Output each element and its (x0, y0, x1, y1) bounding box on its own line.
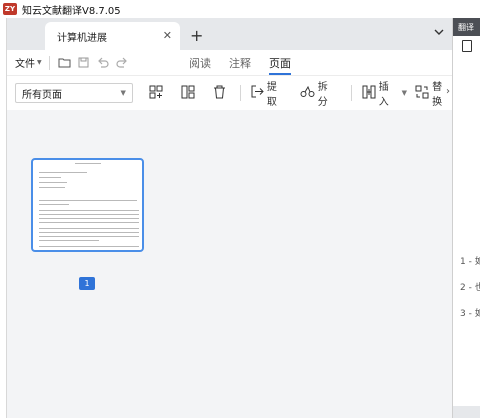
toolbar-scroll-right-icon[interactable]: › (446, 86, 450, 97)
file-menu-label: 文件 (15, 59, 35, 70)
new-tab-button[interactable]: + (190, 28, 203, 44)
caret-down-icon: ▼ (37, 59, 42, 66)
page-arrange-button[interactable] (181, 82, 195, 104)
page-toolbar: 所有页面 ▼ 提取 拆分 插入 ▼ 替换 › (7, 76, 452, 110)
thumbnail-text-line (39, 187, 65, 188)
mode-switcher: 阅读 注释 页面 (189, 50, 291, 76)
document-tab-label: 计算机进展 (57, 32, 107, 44)
save-icon[interactable] (76, 55, 92, 71)
delete-page-button[interactable] (213, 82, 226, 104)
trash-icon (213, 85, 226, 102)
thumbnail-text-line (39, 232, 139, 233)
mode-tab-page[interactable]: 页面 (269, 50, 291, 76)
document-tab[interactable]: 计算机进展 ✕ (45, 22, 180, 50)
thumbnail-text-line (39, 177, 61, 178)
thumbnail-text-line (39, 228, 139, 229)
thumbnail-text-line (39, 204, 69, 205)
split-icon (300, 85, 315, 101)
tab-strip: 计算机进展 ✕ + (7, 18, 452, 50)
divider (350, 85, 352, 101)
page-number-badge: 1 (79, 277, 95, 290)
close-tab-icon[interactable]: ✕ (163, 29, 172, 42)
caret-down-icon: ▼ (401, 89, 408, 97)
page-layout-button[interactable] (149, 82, 163, 104)
thumbnail-text-line (39, 240, 99, 241)
mode-tab-annotate[interactable]: 注释 (229, 50, 251, 76)
page-thumbnail[interactable] (31, 158, 144, 252)
thumbnail-text-line (39, 210, 139, 211)
caret-down-icon: ▼ (120, 89, 126, 97)
document-icon[interactable] (462, 40, 472, 52)
mode-tab-read[interactable]: 阅读 (189, 50, 211, 76)
thumbnail-text-line (39, 182, 67, 183)
insert-label: 插入 (378, 82, 389, 108)
divider (48, 55, 50, 70)
thumbnail-text-line (39, 246, 139, 247)
translation-panel-header[interactable]: 翻译 (453, 18, 480, 36)
page-thumbnail-area: 1 (7, 110, 453, 418)
translation-panel: 翻译 1 - 如 2 - 也 3 - 如 (452, 18, 480, 418)
page-arrange-icon (181, 85, 195, 102)
title-bar: ZY 知云文献翻译V8.7.05 (0, 0, 480, 18)
translation-item[interactable]: 1 - 如 (460, 254, 480, 267)
menu-bar: 文件 ▼ 阅读 注释 页面 (7, 50, 452, 76)
page-range-value: 所有页面 (22, 89, 62, 101)
thumbnail-text-line (75, 163, 101, 164)
split-label: 拆分 (317, 82, 328, 108)
extract-label: 提取 (266, 82, 277, 108)
thumbnail-text-line (39, 200, 137, 201)
chevron-down-icon[interactable] (434, 28, 444, 39)
open-folder-icon[interactable] (57, 55, 73, 71)
extract-icon (251, 85, 264, 101)
thumbnail-text-line (39, 222, 139, 223)
grid-layout-icon (149, 85, 163, 102)
insert-button[interactable]: 插入 ▼ (362, 82, 408, 108)
main-panel: 计算机进展 ✕ + 文件 ▼ 阅读 注释 页面 所有页面 ▼ 提取 拆分 插入 … (6, 18, 453, 418)
thumbnail-text-line (39, 172, 87, 173)
app-title: 知云文献翻译V8.7.05 (22, 5, 121, 17)
translation-item[interactable]: 3 - 如 (460, 306, 480, 319)
extract-button[interactable]: 提取 (251, 82, 287, 108)
insert-icon (362, 85, 376, 102)
app-logo: ZY (3, 3, 17, 15)
redo-icon[interactable] (114, 55, 130, 71)
thumbnail-text-line (39, 214, 139, 215)
thumbnail-text-line (39, 218, 139, 219)
file-menu[interactable]: 文件 ▼ (15, 55, 42, 70)
undo-icon[interactable] (95, 55, 111, 71)
translation-item[interactable]: 2 - 也 (460, 280, 480, 293)
page-range-select[interactable]: 所有页面 ▼ (15, 83, 133, 103)
divider (239, 85, 241, 101)
split-button[interactable]: 拆分 (300, 82, 338, 108)
thumbnail-text-line (39, 236, 139, 237)
replace-icon (415, 85, 429, 102)
panel-footer (453, 406, 480, 418)
